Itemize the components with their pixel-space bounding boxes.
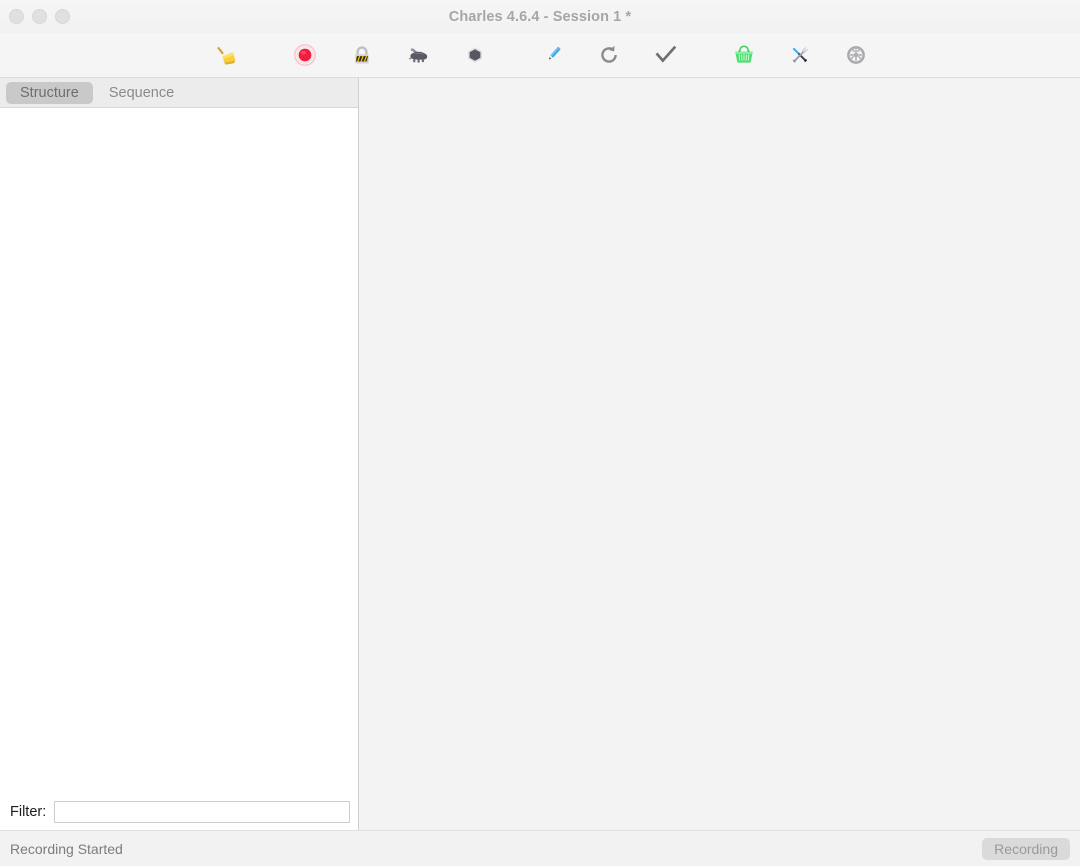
minimize-window-button[interactable] (32, 9, 47, 24)
maximize-window-button[interactable] (55, 9, 70, 24)
validate-button[interactable] (646, 33, 686, 77)
tools-settings-button[interactable] (780, 33, 820, 77)
clear-session-button[interactable] (208, 33, 248, 77)
window-title: Charles 4.6.4 - Session 1 * (448, 8, 632, 25)
lock-icon (351, 44, 373, 66)
tab-structure[interactable]: Structure (6, 81, 93, 104)
filter-label: Filter: (10, 804, 47, 820)
content-area: Structure Sequence Filter: (0, 78, 1080, 830)
broom-icon (216, 43, 240, 67)
sidebar-panel: Structure Sequence Filter: (0, 78, 359, 830)
status-message: Recording Started (10, 840, 123, 857)
charles-main-window: Charles 4.6.4 - Session 1 * Structure Se… (0, 0, 1080, 866)
tab-structure-label: Structure (20, 84, 79, 101)
throttle-settings-button[interactable] (399, 33, 439, 77)
turtle-icon (407, 44, 431, 66)
record-icon (294, 44, 316, 66)
close-window-button[interactable] (9, 9, 24, 24)
gear-icon-button[interactable] (836, 33, 876, 77)
tools-basket-button[interactable] (724, 33, 764, 77)
filter-row: Filter: (0, 794, 358, 830)
tab-sequence-label: Sequence (108, 84, 175, 101)
checkmark-icon (654, 44, 678, 66)
status-bar: Recording Started Recording (0, 830, 1080, 866)
tab-sequence[interactable]: Sequence (95, 82, 188, 104)
main-toolbar (0, 33, 1080, 78)
session-tree[interactable] (0, 108, 358, 794)
sidebar-tab-bar: Structure Sequence (0, 78, 358, 108)
wrench-screwdriver-icon (788, 43, 812, 67)
basket-icon (732, 43, 756, 67)
gear-icon (845, 44, 867, 66)
record-toggle-button[interactable] (285, 33, 325, 77)
ssl-proxying-button[interactable] (342, 33, 382, 77)
compose-button[interactable] (533, 33, 573, 77)
window-controls (9, 0, 70, 33)
breakpoint-settings-button[interactable] (455, 33, 495, 77)
repeat-button[interactable] (589, 33, 629, 77)
recording-status-badge[interactable]: Recording (982, 837, 1070, 860)
hexagon-icon (464, 44, 486, 66)
pen-icon (541, 43, 565, 67)
filter-input[interactable] (54, 801, 350, 823)
title-bar: Charles 4.6.4 - Session 1 * (0, 0, 1080, 33)
detail-panel[interactable] (359, 78, 1080, 830)
repeat-icon (598, 44, 620, 66)
